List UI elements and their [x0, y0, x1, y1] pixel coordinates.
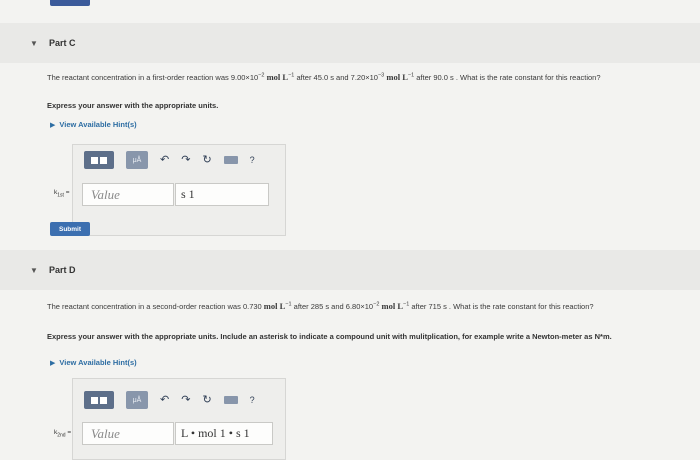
part-d-k-label: k2nd =	[54, 429, 72, 439]
top-nav-tab[interactable]	[50, 0, 90, 6]
part-d-question: The reactant concentration in a second-o…	[47, 301, 594, 311]
part-c-instructions: Express your answer with the appropriate…	[47, 101, 219, 110]
units-button[interactable]: μÅ	[126, 151, 148, 169]
triangle-right-icon: ▶	[50, 121, 56, 129]
triangle-right-icon: ▶	[50, 359, 56, 367]
units-button[interactable]: μÅ	[126, 391, 148, 409]
help-icon[interactable]: ?	[250, 391, 255, 409]
part-c-value-input[interactable]: Value	[82, 183, 174, 206]
part-c-submit-button[interactable]: Submit	[50, 222, 90, 236]
redo-icon[interactable]: ↷	[181, 391, 190, 409]
templates-button[interactable]	[84, 151, 114, 169]
part-d-instructions: Express your answer with the appropriate…	[47, 332, 612, 341]
part-c-toolbar: μÅ ↶ ↷ ↻ ?	[84, 151, 255, 169]
keyboard-icon[interactable]	[223, 396, 238, 404]
part-d-toolbar: μÅ ↶ ↷ ↻ ?	[84, 391, 255, 409]
chevron-down-icon[interactable]: ▼	[30, 266, 38, 275]
part-d-title: Part D	[49, 265, 76, 275]
part-d-value-input[interactable]: Value	[82, 422, 174, 445]
undo-icon[interactable]: ↶	[160, 391, 169, 409]
part-c-question: The reactant concentration in a first-or…	[47, 72, 601, 82]
redo-icon[interactable]: ↷	[181, 151, 190, 169]
part-d-header[interactable]: ▼ Part D	[0, 250, 700, 290]
keyboard-icon[interactable]	[223, 156, 238, 164]
templates-button[interactable]	[84, 391, 114, 409]
reset-icon[interactable]: ↻	[202, 151, 211, 169]
chevron-down-icon[interactable]: ▼	[30, 39, 38, 48]
help-icon[interactable]: ?	[250, 151, 255, 169]
part-c-k-label: k1st =	[54, 189, 70, 199]
undo-icon[interactable]: ↶	[160, 151, 169, 169]
part-c-hints-link[interactable]: ▶ View Available Hint(s)	[50, 120, 137, 129]
part-c-unit-input[interactable]: s 1	[175, 183, 269, 206]
part-c-title: Part C	[49, 38, 76, 48]
part-c-header[interactable]: ▼ Part C	[0, 23, 700, 63]
reset-icon[interactable]: ↻	[202, 391, 211, 409]
part-d-hints-link[interactable]: ▶ View Available Hint(s)	[50, 358, 137, 367]
part-d-unit-input[interactable]: L • mol 1 • s 1	[175, 422, 273, 445]
